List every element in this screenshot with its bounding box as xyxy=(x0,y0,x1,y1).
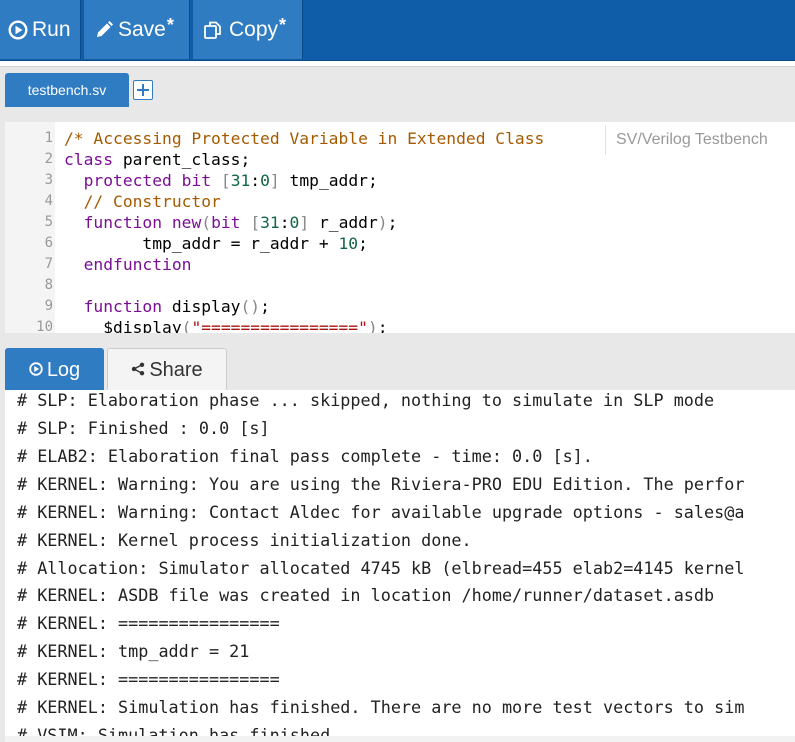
copy-button[interactable]: Copy * xyxy=(193,0,303,59)
log-line: # KERNEL: Warning: You are using the Riv… xyxy=(17,473,745,494)
top-toolbar: Run Save * Copy * xyxy=(0,0,795,61)
code-token: parent_class; xyxy=(113,150,251,169)
code-text: $display("================"); xyxy=(64,317,388,333)
tab-log[interactable]: Log xyxy=(5,348,104,392)
code-text: class parent_class; xyxy=(64,149,250,170)
code-token: ) xyxy=(367,318,378,333)
log-line: # KERNEL: tmp_addr = 21 xyxy=(17,641,250,662)
code-token: function xyxy=(64,213,163,232)
play-circle-icon xyxy=(8,19,28,40)
log-line: # KERNEL: ASDB file was created in locat… xyxy=(17,585,715,606)
code-token: bit xyxy=(181,171,212,190)
log-line: # KERNEL: ================ xyxy=(17,669,280,690)
log-line: # KERNEL: ================ xyxy=(17,613,280,634)
log-panel: Log Share # SLP: Elaboration phase ... s… xyxy=(0,333,795,742)
save-label: Save xyxy=(118,17,166,41)
tab-log-label: Log xyxy=(46,358,81,381)
code-token: ] xyxy=(299,213,310,232)
copy-icon xyxy=(203,20,225,40)
code-token: r_addr xyxy=(309,213,378,232)
code-text: endfunction xyxy=(64,254,192,275)
code-token: protected xyxy=(64,171,172,190)
play-circle-icon xyxy=(29,359,43,382)
code-text: function new(bit [31:0] r_addr); xyxy=(64,212,398,233)
code-token: function xyxy=(64,297,163,316)
code-token: 31 xyxy=(260,213,280,232)
log-output[interactable]: # SLP: Elaboration phase ... skipped, no… xyxy=(5,390,795,736)
log-line: # KERNEL: Warning: Contact Aldec for ava… xyxy=(17,501,745,522)
code-token: new xyxy=(171,213,202,232)
pencil-icon xyxy=(94,20,114,40)
line-number: 5 xyxy=(44,214,53,230)
code-token: $display xyxy=(64,318,182,333)
code-text: /* Accessing Protected Variable in Exten… xyxy=(64,128,544,149)
code-token: : xyxy=(279,213,290,232)
add-file-icon[interactable] xyxy=(133,80,153,100)
code-token: ; xyxy=(358,234,368,253)
line-number: 8 xyxy=(44,277,53,293)
line-number: 6 xyxy=(44,235,53,251)
log-scrollbar-track[interactable] xyxy=(5,736,795,742)
code-token: 10 xyxy=(338,234,359,253)
editor-panel: testbench.sv 1 /* Accessing Protected Var… xyxy=(0,66,795,333)
code-token: 31 xyxy=(230,171,251,190)
line-number: 10 xyxy=(36,319,53,333)
line-number: 4 xyxy=(44,193,53,209)
run-button[interactable]: Run xyxy=(0,0,81,59)
code-token: : xyxy=(250,171,261,190)
code-token: ] xyxy=(269,171,280,190)
line-number: 1 xyxy=(44,130,53,146)
code-token: () xyxy=(240,297,261,316)
code-token: // Constructor xyxy=(64,192,221,211)
log-line-partial: # SLP: Elaboration phase ... skipped, no… xyxy=(17,390,715,411)
code-token: bit xyxy=(211,213,241,232)
copy-label: Copy xyxy=(229,17,279,41)
log-line: # VSIM: Simulation has finished. xyxy=(17,724,341,736)
code-token: ; xyxy=(377,318,388,333)
language-label: SV/Verilog Testbench xyxy=(605,125,795,155)
code-token: "================" xyxy=(191,318,368,333)
code-token: ) xyxy=(377,213,388,232)
save-button[interactable]: Save * xyxy=(84,0,190,59)
code-text: function display(); xyxy=(64,296,270,317)
code-token: ; xyxy=(260,297,270,316)
save-modified-marker: * xyxy=(166,15,174,35)
code-token: ( xyxy=(201,213,212,232)
tab-share[interactable]: Share xyxy=(107,348,227,392)
code-text: // Constructor xyxy=(64,191,221,212)
code-token: 0 xyxy=(289,213,300,232)
code-token: [ xyxy=(220,171,231,190)
code-text: tmp_addr = r_addr + 10; xyxy=(64,233,368,254)
code-token: endfunction xyxy=(64,255,192,274)
log-line: # SLP: Finished : 0.0 [s] xyxy=(17,418,270,438)
log-line: # KERNEL: Kernel process initialization … xyxy=(17,529,472,550)
code-text: protected bit [31:0] tmp_addr; xyxy=(64,170,378,191)
code-token: [ xyxy=(250,213,261,232)
code-token: tmp_addr = r_addr + xyxy=(64,234,339,253)
copy-modified-marker: * xyxy=(279,15,287,35)
log-line: # ELAB2: Elaboration final pass complete… xyxy=(17,445,593,466)
line-number: 2 xyxy=(44,151,53,167)
code-token: class xyxy=(64,150,114,169)
log-line: # Allocation: Simulator allocated 4745 k… xyxy=(17,557,745,578)
code-token: 0 xyxy=(260,171,270,190)
code-token: ( xyxy=(181,318,192,333)
share-icon xyxy=(131,359,145,382)
code-token: ; xyxy=(387,213,398,232)
code-token: display xyxy=(162,297,241,316)
file-tab-testbench[interactable]: testbench.sv xyxy=(5,73,129,107)
line-number: 3 xyxy=(44,172,53,188)
tab-share-label: Share xyxy=(149,359,203,381)
code-token: tmp_addr; xyxy=(279,171,378,190)
log-line: # KERNEL: Simulation has finished. There… xyxy=(17,697,745,717)
code-token: /* Accessing Protected Variable in Exten… xyxy=(64,129,545,148)
line-number: 9 xyxy=(44,298,53,314)
run-label: Run xyxy=(32,17,71,41)
line-number: 7 xyxy=(44,256,53,272)
